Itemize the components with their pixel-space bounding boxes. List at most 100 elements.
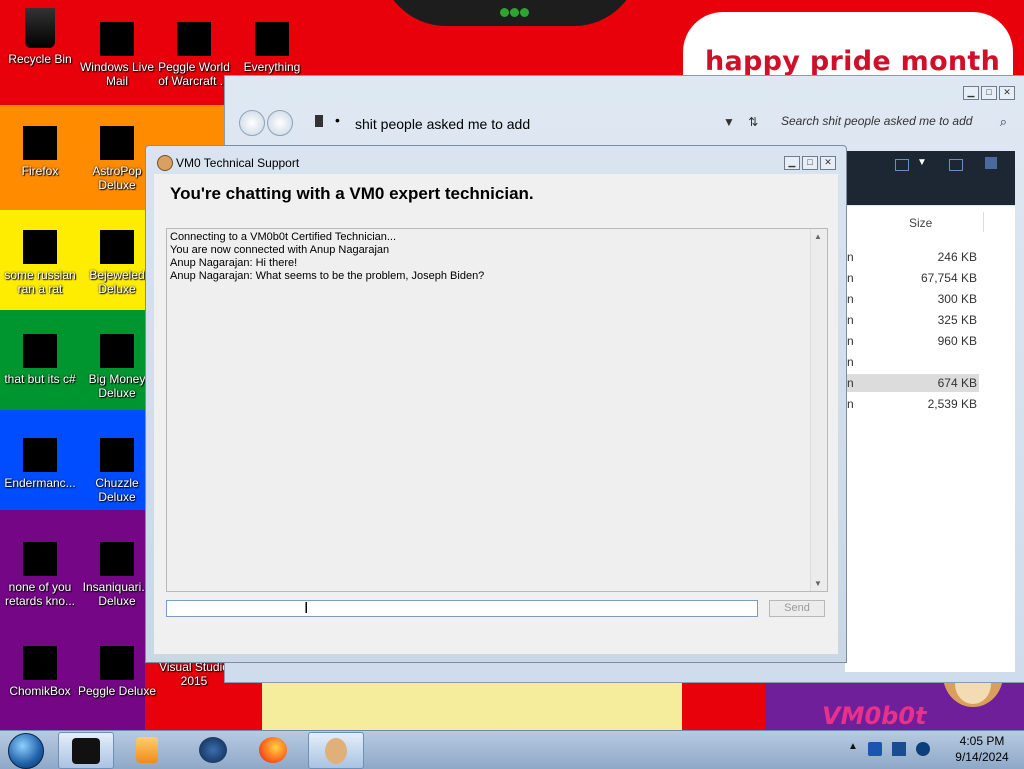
close-button[interactable]: ✕ [999, 86, 1015, 100]
globe-icon [199, 737, 227, 763]
desktop-icon-chomikbox[interactable]: ChomikBox [0, 646, 80, 698]
desktop-icon-russian-rat[interactable]: some russian ran a rat [0, 230, 80, 296]
chevron-down-icon[interactable]: ▼ [917, 157, 927, 168]
app-icon [23, 230, 57, 264]
preview-icon[interactable] [949, 159, 963, 171]
desktop-icon-label: that but its c# [4, 372, 76, 386]
folder-icon [315, 115, 323, 127]
dropdown-arrow-icon[interactable]: ▼ [723, 115, 735, 129]
desktop-icon-label: Peggle World of Warcraft ... [158, 60, 230, 88]
network-icon[interactable] [892, 742, 906, 756]
green-dot [520, 8, 529, 17]
app-icon [23, 542, 57, 576]
chomikbox-icon [23, 646, 57, 680]
green-dot [500, 8, 509, 17]
wallpaper-yellow-block [262, 676, 682, 730]
chat-message: Anup Nagarajan: What seems to be the pro… [170, 270, 485, 282]
desktop-icon-that-but-csharp[interactable]: that but its c# [0, 334, 80, 386]
vm0b0t-logo: VM0b0t [822, 702, 927, 730]
technician-icon [157, 155, 173, 171]
file-name-fragment: n [847, 313, 854, 327]
mail-icon [100, 22, 134, 56]
chat-transcript: Connecting to a VM0b0t Certified Technic… [166, 228, 828, 592]
file-size: 325 KB [937, 313, 977, 327]
chat-message: Anup Nagarajan: Hi there! [170, 257, 298, 269]
desktop-icon-label: Visual Studio 2015 [159, 660, 229, 688]
file-size: 960 KB [937, 334, 977, 348]
message-input[interactable] [166, 600, 758, 617]
desktop-icon-recycle-bin[interactable]: Recycle Bin [0, 8, 80, 66]
file-list[interactable]: Size n 246 KB n 67,754 KB n 300 KB n 325… [845, 206, 1015, 672]
desktop-icon-none-of-you[interactable]: none of you retards kno... [0, 542, 80, 608]
desktop-icon-label: Recycle Bin [8, 52, 72, 66]
volume-icon[interactable] [916, 742, 930, 756]
support-chat-icon [325, 738, 347, 764]
desktop-icon-firefox[interactable]: Firefox [0, 126, 80, 178]
file-name-fragment: n [847, 271, 854, 285]
back-button[interactable] [239, 110, 265, 136]
clock-date[interactable]: 9/14/2024 [948, 750, 1016, 764]
desktop-icon-label: Everything [243, 60, 301, 74]
file-size: 300 KB [937, 292, 977, 306]
chat-heading: You're chatting with a VM0 expert techni… [170, 184, 534, 203]
forward-button[interactable] [267, 110, 293, 136]
refresh-icon[interactable]: ⇅ [748, 115, 758, 129]
file-name-fragment: n [847, 250, 854, 264]
desktop-icon-everything[interactable]: Everything [232, 22, 312, 74]
chat-message: Connecting to a VM0b0t Certified Technic… [170, 231, 397, 243]
chat-body: You're chatting with a VM0 expert techni… [154, 174, 838, 654]
taskbar-terminal[interactable] [58, 732, 114, 769]
minimize-button[interactable]: ▁ [784, 156, 800, 170]
address-controls: ▼ ⇅ [723, 115, 758, 129]
support-chat-window[interactable]: VM0 Technical Support ▁ □ ✕ You're chatt… [145, 145, 847, 663]
firefox-icon [259, 737, 287, 763]
file-name-fragment: n [847, 397, 854, 411]
desktop-icon-windows-live-mail[interactable]: Windows Live Mail [77, 22, 157, 88]
scroll-down-icon[interactable]: ▼ [814, 579, 822, 588]
breadcrumb-separator: • [335, 112, 340, 128]
close-button[interactable]: ✕ [820, 156, 836, 170]
search-icon: ⌕ [999, 114, 1007, 129]
taskbar-globe[interactable] [186, 732, 240, 767]
maximize-button[interactable]: □ [802, 156, 818, 170]
message-list: Connecting to a VM0b0t Certified Technic… [168, 231, 484, 283]
peggle-icon [100, 646, 134, 680]
gem-icon [100, 230, 134, 264]
pride-banner-text: happy pride month [705, 46, 1001, 77]
file-name-fragment: n [847, 292, 854, 306]
tray-app-icon[interactable] [868, 742, 882, 756]
file-name-fragment: n [847, 355, 854, 369]
peggle-icon [177, 22, 211, 56]
taskbar: ▲ 4:05 PM 9/14/2024 [0, 730, 1024, 769]
file-size: 67,754 KB [920, 271, 977, 285]
firefox-icon [23, 126, 57, 160]
address-bar[interactable]: shit people asked me to add [355, 116, 530, 132]
show-hidden-icons-icon[interactable]: ▲ [848, 741, 858, 752]
clock-time[interactable]: 4:05 PM [948, 734, 1016, 748]
minimize-button[interactable]: ▁ [963, 86, 979, 100]
taskbar-media-player[interactable] [120, 732, 174, 767]
desktop-icon-label: Firefox [21, 164, 59, 178]
taskbar-support-chat[interactable] [308, 732, 364, 769]
help-icon[interactable] [985, 157, 997, 169]
transcript-scrollbar[interactable]: ▲ ▼ [810, 229, 827, 591]
desktop-icon-label: Endermanc... [4, 476, 76, 490]
desktop-icon-endermanc[interactable]: Endermanc... [0, 438, 80, 490]
size-column-header[interactable]: Size [909, 216, 932, 230]
start-button[interactable] [8, 733, 44, 769]
desktop-icon-label: some russian ran a rat [4, 268, 76, 296]
desktop-icon-peggle-wow[interactable]: Peggle World of Warcraft ... [154, 22, 234, 88]
explorer-address-row: • shit people asked me to add ▼ ⇅ Search… [235, 106, 1015, 140]
scroll-up-icon[interactable]: ▲ [814, 232, 822, 241]
file-size: 674 KB [937, 376, 977, 390]
taskbar-firefox[interactable] [246, 732, 300, 767]
search-input[interactable]: Search shit people asked me to add [781, 114, 1021, 128]
column-divider [983, 212, 984, 232]
view-icon[interactable] [895, 159, 909, 171]
maximize-button[interactable]: □ [981, 86, 997, 100]
send-button[interactable]: Send [769, 600, 825, 617]
media-player-icon [136, 737, 158, 763]
game-icon [100, 126, 134, 160]
terminal-icon [72, 738, 100, 764]
app-icon [23, 334, 57, 368]
